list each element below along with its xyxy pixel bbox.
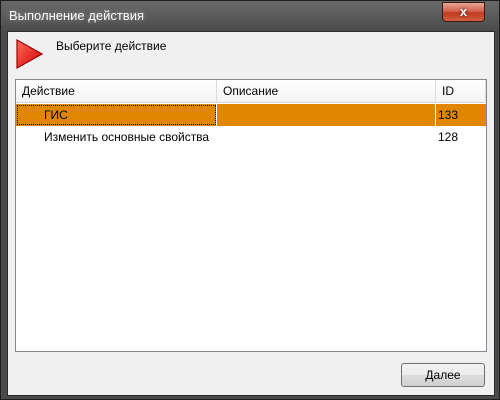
cell-action[interactable]: ГИС xyxy=(16,104,217,126)
actions-table: Действие Описание ID ГИС 133 Изменить ос… xyxy=(15,79,487,352)
column-header-description[interactable]: Описание xyxy=(217,80,436,102)
cell-id[interactable]: 133 xyxy=(436,104,486,126)
next-button[interactable]: Далее xyxy=(401,363,485,387)
column-header-id[interactable]: ID xyxy=(436,80,486,102)
cell-action[interactable]: Изменить основные свойства xyxy=(16,126,217,148)
close-button[interactable]: x xyxy=(442,2,485,22)
dialog-body: Выберите действие Действие Описание ID Г… xyxy=(7,31,495,396)
table-row[interactable]: Изменить основные свойства 128 xyxy=(16,126,486,148)
column-header-action[interactable]: Действие xyxy=(16,80,217,102)
cell-id[interactable]: 128 xyxy=(436,126,486,148)
close-icon: x xyxy=(459,4,468,19)
dialog-window: Выполнение действия x Выберите действие … xyxy=(0,0,500,400)
table-row[interactable]: ГИС 133 xyxy=(16,104,486,126)
cell-description[interactable] xyxy=(217,126,436,148)
table-header: Действие Описание ID xyxy=(16,80,486,103)
prompt-text: Выберите действие xyxy=(56,39,167,53)
window-title: Выполнение действия xyxy=(9,8,145,23)
cell-description[interactable] xyxy=(217,104,436,126)
play-triangle-icon xyxy=(16,38,44,70)
title-bar[interactable]: Выполнение действия x xyxy=(1,1,499,31)
